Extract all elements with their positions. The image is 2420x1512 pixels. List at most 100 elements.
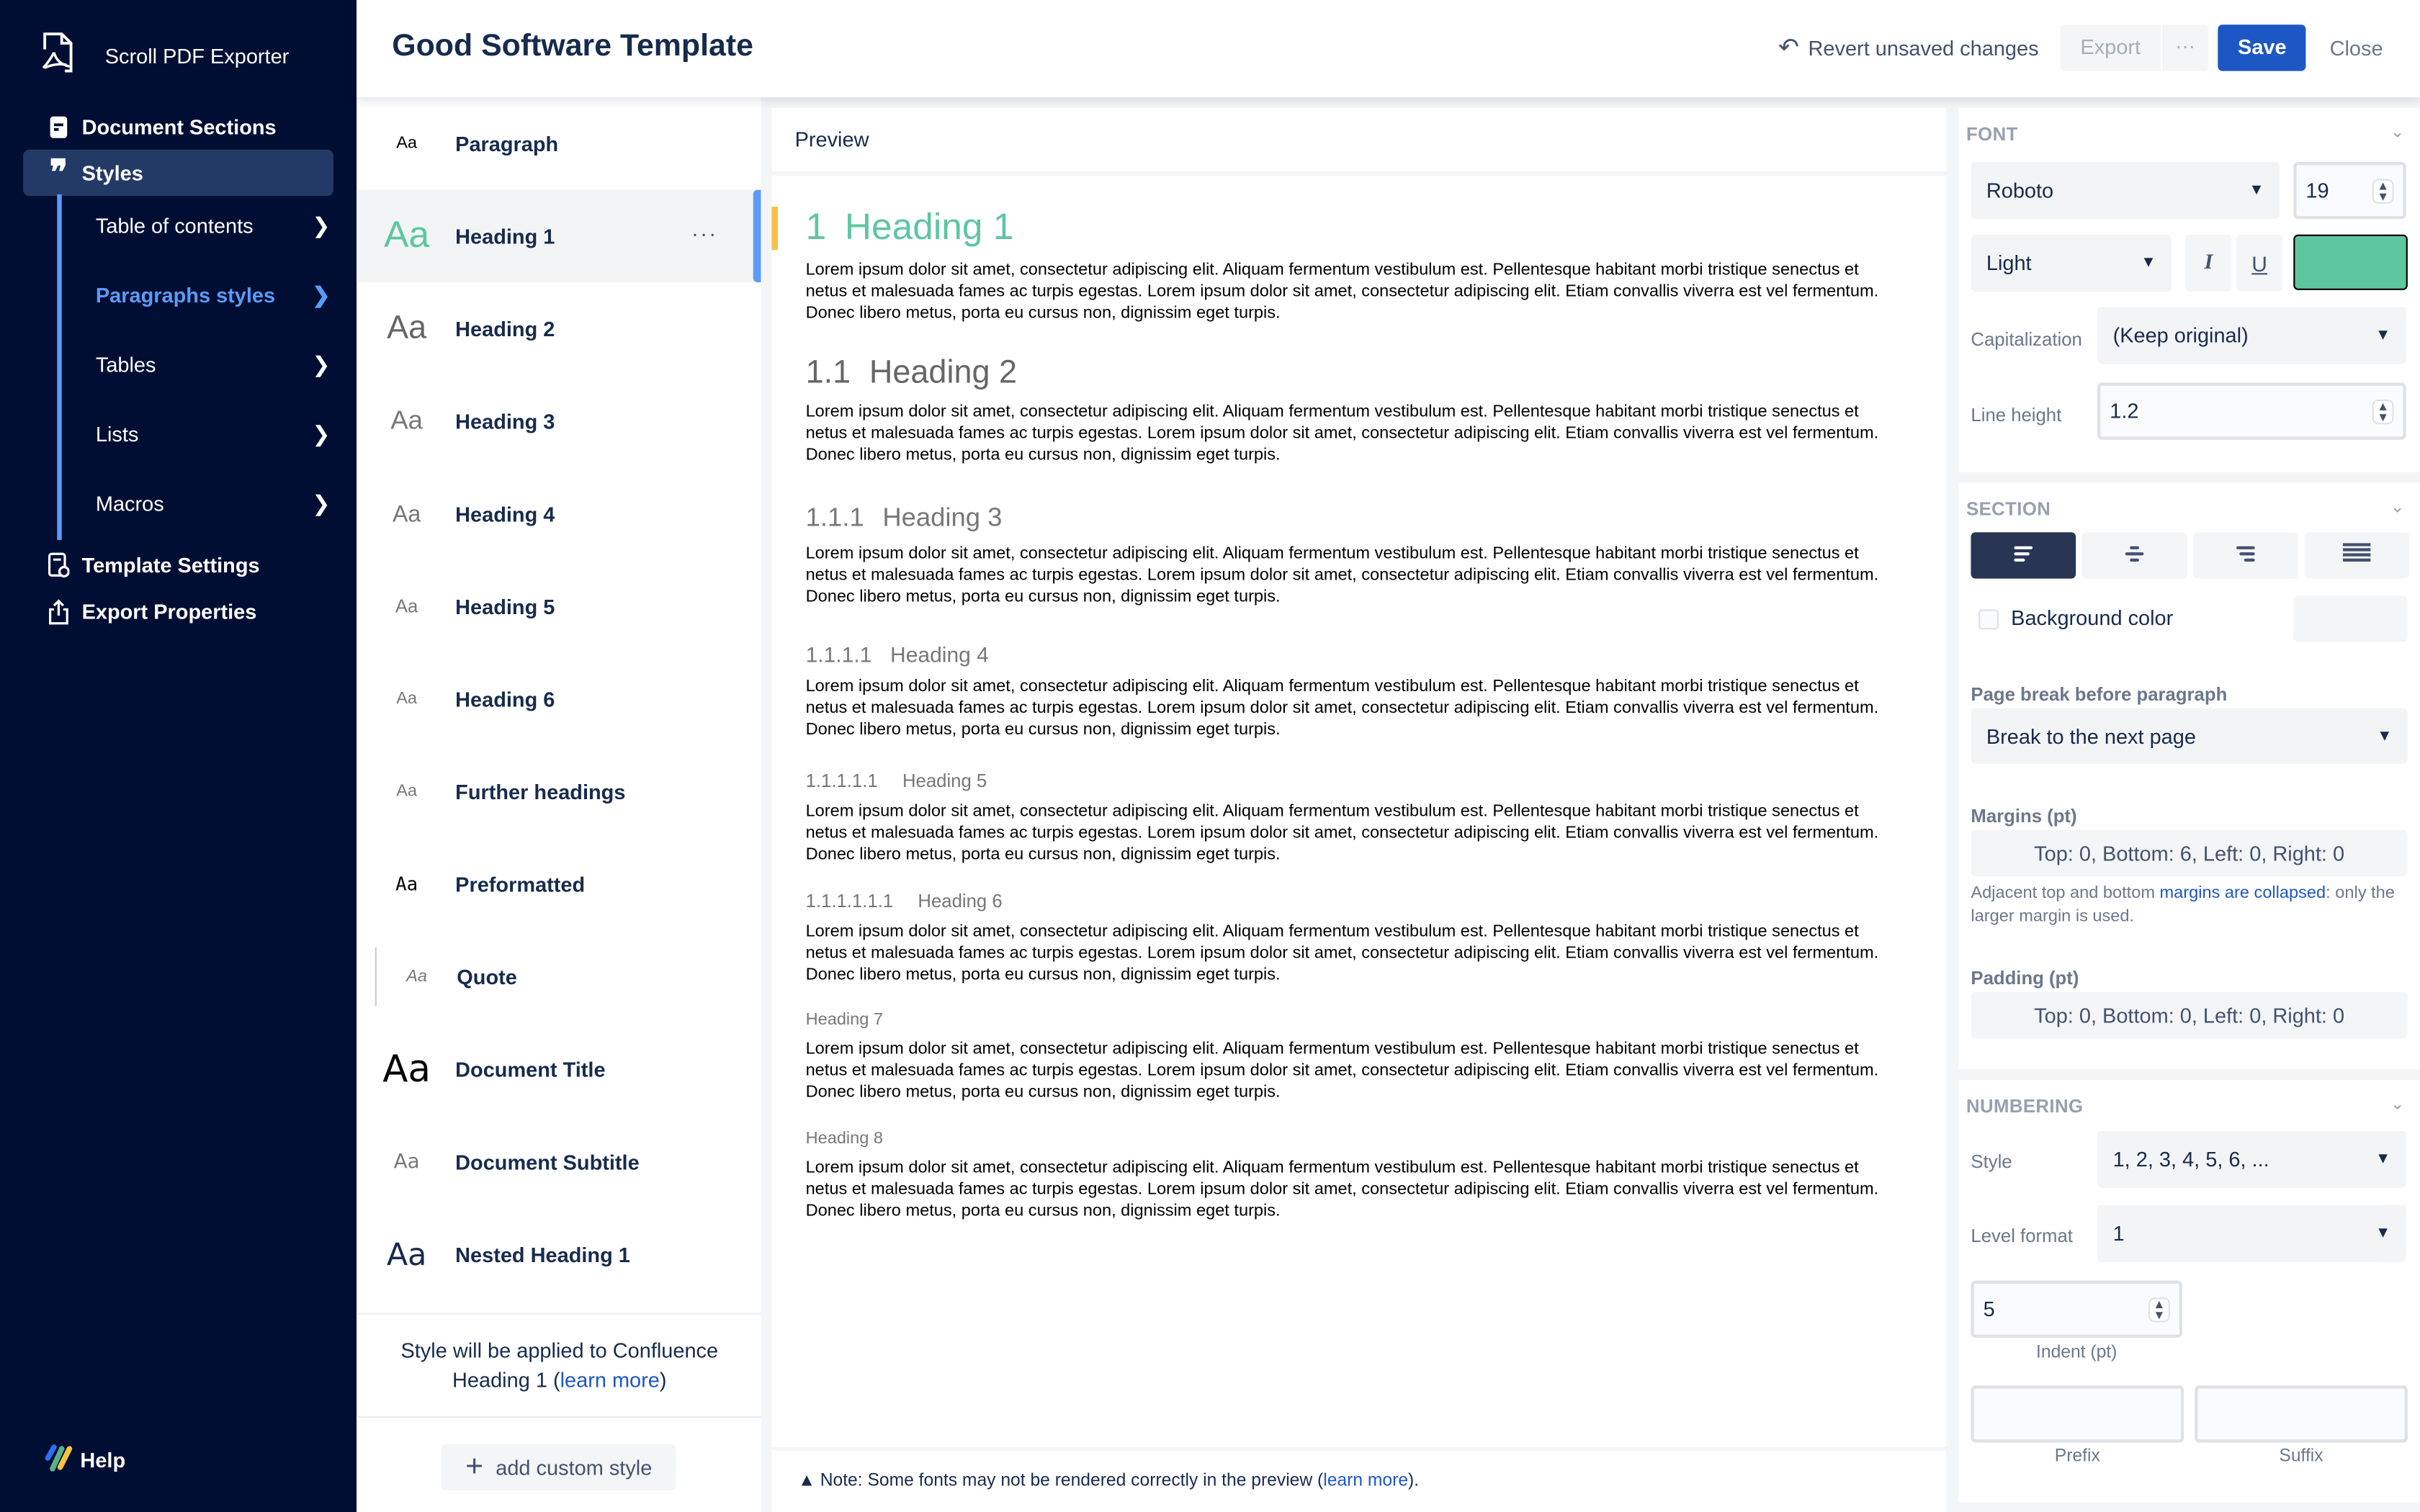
spinner-icon[interactable]: ▲ ▼ (2148, 1297, 2170, 1322)
font-section-title: FONT (1966, 123, 2018, 145)
preview-heading: Heading 8 (806, 1130, 1917, 1148)
chevron-down-icon: ▼ (2141, 254, 2156, 272)
style-item-document-subtitle[interactable]: Aa Document Subtitle (358, 1115, 761, 1208)
collapse-chevron-icon[interactable]: ⌄ (2390, 122, 2405, 142)
subnav-label: Paragraphs styles (95, 284, 276, 307)
font-size-input[interactable]: 19 ▲ ▼ (2293, 162, 2406, 220)
revert-button[interactable]: ↶ Revert unsaved changes (1778, 32, 2039, 63)
margins-collapsed-link[interactable]: margins are collapsed (2160, 884, 2326, 903)
subnav-item-macros[interactable]: Macros ❯ (96, 490, 331, 516)
style-item-further-headings[interactable]: Aa Further headings (358, 745, 761, 838)
document-icon (46, 114, 71, 139)
padding-field[interactable]: Top: 0, Bottom: 0, Left: 0, Right: 0 (1971, 991, 2408, 1039)
align-justify-button[interactable] (2304, 532, 2409, 579)
capitalization-label: Capitalization (1971, 328, 2082, 351)
align-right-button[interactable] (2193, 532, 2298, 579)
style-name: Nested Heading 1 (455, 1243, 630, 1266)
style-item-heading-2[interactable]: Aa Heading 2 (358, 282, 761, 375)
add-custom-style-label: add custom style (496, 1455, 653, 1479)
sidebar-item-template-settings[interactable]: Template Settings (23, 541, 333, 588)
sidebar-item-export-properties[interactable]: Export Properties (23, 588, 333, 634)
font-weight-select[interactable]: Light ▼ (1971, 234, 2172, 292)
save-button[interactable]: Save (2218, 24, 2307, 71)
export-more-button[interactable]: ··· (2162, 24, 2209, 71)
style-name: Paragraph (455, 132, 559, 156)
style-item-heading-4[interactable]: Aa Heading 4 (358, 467, 761, 560)
align-center-button[interactable] (2081, 532, 2187, 579)
collapse-chevron-icon[interactable]: ⌄ (2390, 497, 2405, 517)
style-name: Further headings (455, 780, 626, 804)
close-button[interactable]: Close (2306, 36, 2420, 59)
style-preview-glyph: Aa (396, 134, 418, 153)
subnav-label: Tables (95, 353, 156, 377)
select-value: Break to the next page (1986, 724, 2196, 748)
preview-paragraph: Lorem ipsum dolor sit amet, consectetur … (806, 801, 1917, 865)
export-button[interactable]: Export (2060, 24, 2161, 71)
sidebar: Scroll PDF Exporter Document Sections ❞ … (0, 0, 357, 1512)
font-family-select[interactable]: Roboto ▼ (1971, 162, 2280, 220)
style-item-heading-1[interactable]: Aa Heading 1 ··· (358, 189, 761, 283)
prefix-input[interactable] (1971, 1385, 2184, 1443)
style-item-quote[interactable]: Aa Quote (358, 930, 761, 1023)
add-custom-style-button[interactable]: + add custom style (441, 1444, 676, 1490)
note-learn-more-link[interactable]: learn more (1323, 1472, 1408, 1490)
help-label: Help (80, 1449, 126, 1472)
help-link[interactable]: Help (42, 1444, 125, 1477)
brand: Scroll PDF Exporter (40, 31, 289, 82)
more-options-icon[interactable]: ··· (691, 220, 717, 245)
learn-more-link[interactable]: learn more (560, 1369, 660, 1392)
preview-title: Preview (794, 127, 869, 151)
suffix-input[interactable] (2195, 1385, 2408, 1443)
prefix-label: Prefix (2054, 1446, 2100, 1466)
subnav-label: Table of contents (95, 214, 254, 238)
underline-toggle[interactable]: U (2236, 234, 2283, 292)
paragraph-line: Donec libero metus, porta eu cursus non,… (805, 1202, 1281, 1220)
subnav-item-lists[interactable]: Lists ❯ (96, 421, 331, 447)
margins-label: Margins (pt) (1971, 805, 2077, 827)
numbering-style-select[interactable]: 1, 2, 3, 4, 5, 6, ... ▼ (2097, 1130, 2406, 1188)
input-value: 1.2 (2110, 400, 2139, 423)
italic-toggle[interactable]: I (2185, 234, 2232, 292)
chevron-down-icon: ▼ (2375, 1151, 2391, 1169)
spinner-icon[interactable]: ▲ ▼ (2372, 178, 2394, 203)
style-preview-glyph: Aa (392, 500, 421, 527)
subnav-item-table-of-contents[interactable]: Table of contents ❯ (96, 213, 331, 239)
subnav-item-paragraphs-styles[interactable]: Paragraphs styles ❯ (96, 282, 331, 308)
line-height-input[interactable]: 1.2 ▲ ▼ (2097, 382, 2406, 440)
style-item-document-title[interactable]: Aa Document Title (358, 1023, 761, 1116)
background-color-checkbox[interactable] (1978, 609, 1999, 630)
font-color-swatch[interactable] (2293, 234, 2408, 290)
info-text: ) (659, 1368, 667, 1392)
style-name: Heading 1 (455, 224, 555, 248)
preview-section: 1.1.1.1.1.1 Heading 6 Lorem ipsum dolor si… (806, 890, 1917, 986)
collapse-chevron-icon[interactable]: ⌄ (2390, 1094, 2405, 1114)
sidebar-item-styles[interactable]: ❞ Styles (23, 149, 333, 197)
preview-paragraph: Lorem ipsum dolor sit amet, consectetur … (806, 676, 1917, 741)
margins-field[interactable]: Top: 0, Bottom: 6, Left: 0, Right: 0 (1971, 829, 2408, 877)
style-item-heading-6[interactable]: Aa Heading 6 (358, 652, 761, 745)
style-preview-glyph: Aa (386, 1236, 427, 1273)
background-color-swatch[interactable] (2293, 595, 2408, 642)
style-item-nested-heading-1[interactable]: Aa Nested Heading 1 (358, 1208, 761, 1301)
style-item-heading-3[interactable]: Aa Heading 3 (358, 375, 761, 468)
style-item-preformatted[interactable]: Aa Preformatted (358, 838, 761, 931)
paragraph-line: netus et malesuada fames ac turpis egest… (805, 824, 1879, 842)
preview-section: 1.1 Heading 2 Lorem ipsum dolor sit amet, … (806, 355, 1917, 466)
level-format-select[interactable]: 1 ▼ (2097, 1205, 2406, 1262)
header-actions: ↶ Revert unsaved changes Export ··· Save… (1778, 24, 2420, 71)
undo-icon: ↶ (1778, 35, 1799, 62)
style-item-heading-5[interactable]: Aa Heading 5 (358, 560, 761, 653)
paragraph-line: netus et malesuada fames ac turpis egest… (805, 944, 1879, 963)
sidebar-item-document-sections[interactable]: Document Sections (23, 104, 333, 150)
page-break-select[interactable]: Break to the next page ▼ (1971, 708, 2408, 764)
style-list: Aa Paragraph Aa Heading 1 ··· Aa Heading… (358, 97, 761, 1512)
indent-input[interactable]: 5 ▲ ▼ (1971, 1280, 2182, 1338)
capitalization-select[interactable]: (Keep original) ▼ (2097, 307, 2406, 364)
sidebar-item-label: Document Sections (81, 114, 277, 138)
paragraph-line: Donec libero metus, porta eu cursus non,… (805, 304, 1281, 323)
subnav-item-tables[interactable]: Tables ❯ (96, 352, 331, 378)
align-left-button[interactable] (1971, 532, 2076, 579)
chevron-right-icon: ❯ (312, 212, 331, 238)
spinner-icon[interactable]: ▲ ▼ (2372, 398, 2394, 424)
style-item-paragraph[interactable]: Aa Paragraph (358, 97, 761, 190)
